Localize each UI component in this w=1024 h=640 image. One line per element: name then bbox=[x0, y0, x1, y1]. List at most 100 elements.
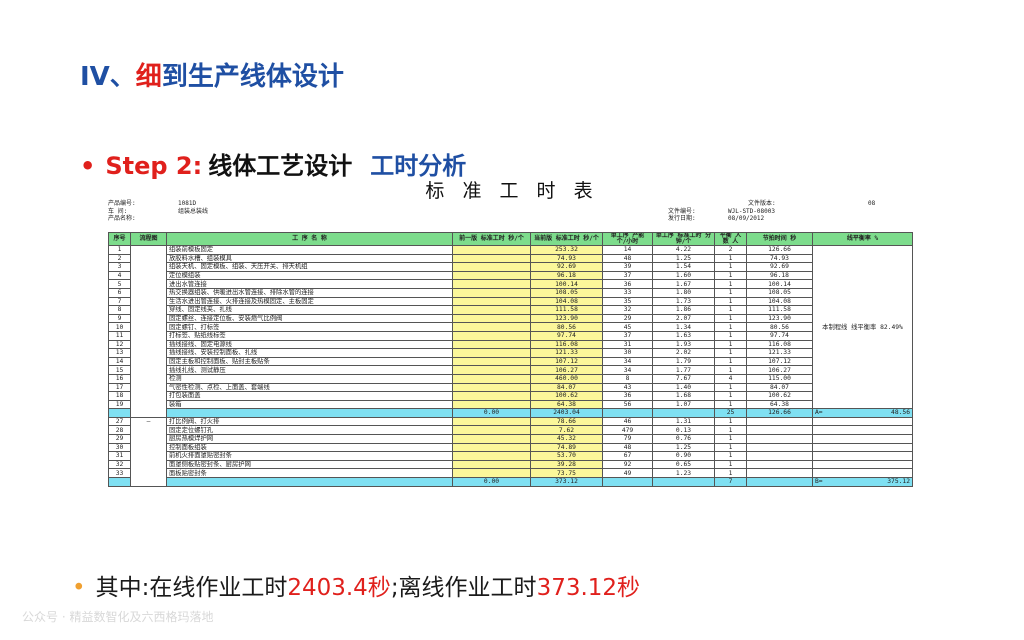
capacity: 48 bbox=[602, 253, 653, 264]
current-time: 100.14 bbox=[530, 279, 603, 289]
subtotal-headcount: 7 bbox=[714, 477, 747, 487]
header-row: 序号 流程图工 序 名 称前一版 标准工时 秒/个 当前版 标准工时 秒/个 单工序 … bbox=[108, 232, 913, 246]
blank bbox=[166, 477, 453, 487]
headcount: 1 bbox=[714, 382, 747, 393]
table-title: 标 准 工 时 表 bbox=[425, 180, 599, 202]
prev-time bbox=[452, 287, 531, 298]
prev-time bbox=[452, 330, 531, 341]
capacity: 37 bbox=[602, 330, 653, 341]
row-number: 31 bbox=[108, 451, 131, 461]
subtotal-tact: 126.66 bbox=[746, 408, 813, 418]
table-row: 32 面罩侧板贴密封条、厨房护网 39.28 92 0.65 1 bbox=[108, 459, 913, 470]
process-name: 生活水进出管连接、火排连接及热模固定、主板固定 bbox=[166, 296, 453, 307]
table-row: 13 插线接线、安装控制面板、扎线 121.33 30 2.02 1 121.33 bbox=[108, 348, 913, 358]
row-number: 17 bbox=[108, 382, 131, 393]
subtotal-prev: 0.00 bbox=[452, 408, 531, 418]
blank bbox=[602, 477, 653, 487]
prev-time bbox=[452, 348, 531, 358]
prev-time bbox=[452, 313, 531, 324]
tact-time: 84.07 bbox=[746, 382, 813, 393]
row-number: 33 bbox=[108, 468, 131, 479]
minutes: 1.77 bbox=[652, 365, 715, 375]
headcount: 1 bbox=[714, 270, 747, 281]
row-number: 3 bbox=[108, 262, 131, 272]
table-row: 15 插线扎线、测试静压 106.27 34 1.77 1 106.27 bbox=[108, 365, 913, 375]
capacity: 33 bbox=[602, 287, 653, 298]
summary-note: • 其中:在线作业工时2403.4秒;离线作业工时373.12秒 bbox=[72, 575, 641, 601]
minutes: 0.90 bbox=[652, 451, 715, 461]
headcount: 1 bbox=[714, 365, 747, 375]
table-row: 30 控制面板组装 74.89 48 1.25 1 bbox=[108, 442, 913, 453]
capacity: 8 bbox=[602, 373, 653, 384]
balance-cell bbox=[812, 425, 913, 436]
flow-cell: — bbox=[130, 416, 167, 487]
process-name: 组装前模板固定 bbox=[166, 245, 453, 255]
capacity: 34 bbox=[602, 356, 653, 367]
process-name: 固定螺钉、打标签 bbox=[166, 322, 453, 332]
minutes: 2.07 bbox=[652, 313, 715, 324]
minutes: 1.86 bbox=[652, 305, 715, 315]
headcount: 1 bbox=[714, 451, 747, 461]
column-header: 序号 bbox=[108, 232, 131, 246]
prev-time bbox=[452, 270, 531, 281]
current-time: 121.33 bbox=[530, 348, 603, 358]
headcount: 4 bbox=[714, 373, 747, 384]
table-row: 14 固定主板和控制面板、贴封主板贴条 107.12 34 1.79 1 107.12 bbox=[108, 356, 913, 367]
current-time: 100.62 bbox=[530, 391, 603, 401]
process-name: 插线扎线、测试静压 bbox=[166, 365, 453, 375]
minutes: 1.40 bbox=[652, 382, 715, 393]
row-number: 8 bbox=[108, 305, 131, 315]
headcount: 1 bbox=[714, 468, 747, 479]
table-row: 9 固定螺丝、连接定位板、安装燃气比例阀 123.90 29 2.07 1 123.90 bbox=[108, 313, 913, 324]
process-name: 检测 bbox=[166, 373, 453, 384]
prev-time bbox=[452, 434, 531, 444]
process-name: 打标签、贴纸线标签 bbox=[166, 330, 453, 341]
current-time: 39.28 bbox=[530, 459, 603, 470]
process-name: 面罩侧板贴密封条、厨房护网 bbox=[166, 459, 453, 470]
blank bbox=[108, 477, 131, 487]
column-header: 线平衡率 % bbox=[812, 232, 913, 246]
row-number: 19 bbox=[108, 399, 131, 410]
table-row: 18 打包装面盖 100.62 36 1.68 1 100.62 bbox=[108, 391, 913, 401]
prev-time bbox=[452, 322, 531, 332]
current-time: 78.66 bbox=[530, 416, 603, 427]
minutes: 1.67 bbox=[652, 279, 715, 289]
row-number: 16 bbox=[108, 373, 131, 384]
tact-time bbox=[746, 416, 813, 427]
minutes: 4.22 bbox=[652, 245, 715, 255]
minutes: 1.73 bbox=[652, 296, 715, 307]
tact-time: 106.27 bbox=[746, 365, 813, 375]
watermark: 公众号 · 精益数智化及六西格玛落地 bbox=[22, 610, 214, 624]
current-time: 80.56 bbox=[530, 322, 603, 332]
minutes: 1.68 bbox=[652, 391, 715, 401]
headcount: 1 bbox=[714, 330, 747, 341]
current-time: 92.69 bbox=[530, 262, 603, 272]
rate-value: 48.56 bbox=[891, 409, 910, 417]
tact-time: 80.56 bbox=[746, 322, 813, 332]
current-time: 111.58 bbox=[530, 305, 603, 315]
row-number: 12 bbox=[108, 339, 131, 350]
table-row: 5 进出水管连接 100.14 36 1.67 1 100.14 bbox=[108, 279, 913, 289]
column-header: 节拍时间 秒 bbox=[746, 232, 813, 246]
subtotal-rate: B= 375.12 bbox=[812, 477, 913, 487]
minutes: 1.23 bbox=[652, 468, 715, 479]
minutes: 2.02 bbox=[652, 348, 715, 358]
process-name: 控制面板组装 bbox=[166, 442, 453, 453]
tact-time: 111.58 bbox=[746, 305, 813, 315]
process-name: 热交换器组装、供暖进出水管连接、排除水管的连接 bbox=[166, 287, 453, 298]
headcount: 1 bbox=[714, 416, 747, 427]
minutes: 0.76 bbox=[652, 434, 715, 444]
current-time: 96.18 bbox=[530, 270, 603, 281]
process-name: 插线接线、固定电源线 bbox=[166, 339, 453, 350]
table-row: 10 固定螺钉、打标签 80.56 45 1.34 1 80.56 bbox=[108, 322, 913, 332]
row-number: 32 bbox=[108, 459, 131, 470]
capacity: 35 bbox=[602, 296, 653, 307]
process-name: 面板贴密封条 bbox=[166, 468, 453, 479]
headcount: 1 bbox=[714, 296, 747, 307]
capacity: 36 bbox=[602, 279, 653, 289]
capacity: 67 bbox=[602, 451, 653, 461]
tact-time: 107.12 bbox=[746, 356, 813, 367]
row-number: 27 bbox=[108, 416, 131, 427]
headcount: 1 bbox=[714, 279, 747, 289]
column-header: 前一版 标准工时 秒/个 bbox=[452, 232, 531, 246]
